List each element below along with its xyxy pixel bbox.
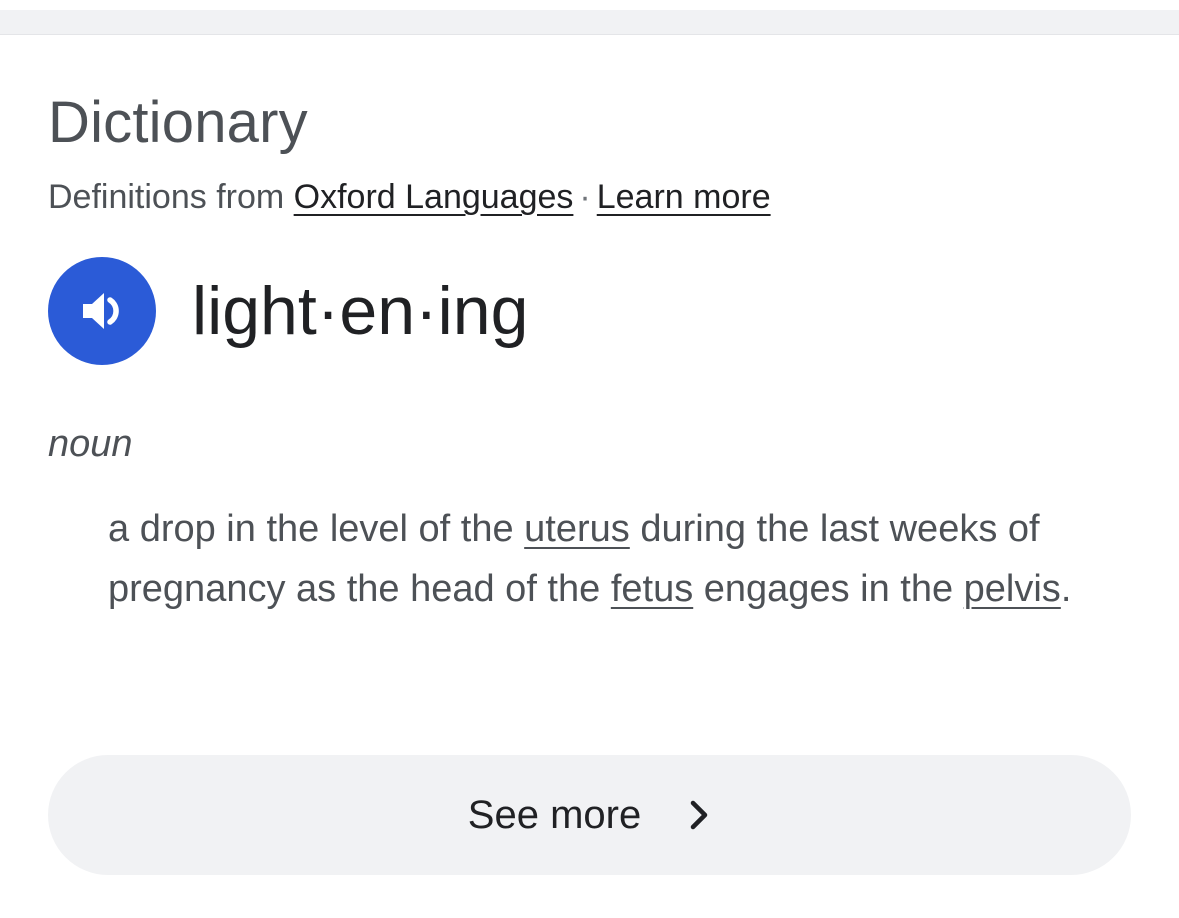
- definition-segment: engages in the: [693, 568, 964, 610]
- uterus-link[interactable]: uterus: [524, 508, 630, 550]
- card-title: Dictionary: [48, 90, 308, 155]
- see-more-button[interactable]: See more: [48, 755, 1131, 875]
- see-more-label: See more: [467, 793, 642, 837]
- volume-icon: [83, 293, 119, 329]
- pelvis-link[interactable]: pelvis: [964, 568, 1061, 610]
- dictionary-card: Dictionary Definitions from Oxford Langu…: [0, 35, 1179, 918]
- headword: light·en·ing: [192, 273, 529, 349]
- top-divider-band: [0, 0, 1179, 35]
- source-attribution: Definitions from Oxford Languages · Learn …: [48, 177, 771, 217]
- pronunciation-audio-button[interactable]: [48, 257, 156, 365]
- top-divider-strip: [0, 10, 1179, 35]
- source-prefix: Definitions from: [48, 178, 294, 216]
- definition-segment: .: [1060, 568, 1072, 610]
- part-of-speech: noun: [48, 423, 133, 465]
- oxford-languages-link[interactable]: Oxford Languages: [294, 178, 574, 216]
- definition-segment: a drop in the level of the: [108, 508, 525, 550]
- learn-more-link[interactable]: Learn more: [597, 178, 771, 216]
- chevron-right-icon: [690, 800, 708, 830]
- definition-text: a drop in the level of the uterus during…: [108, 499, 1118, 619]
- fetus-link[interactable]: fetus: [611, 568, 693, 610]
- source-separator: ·: [579, 178, 591, 216]
